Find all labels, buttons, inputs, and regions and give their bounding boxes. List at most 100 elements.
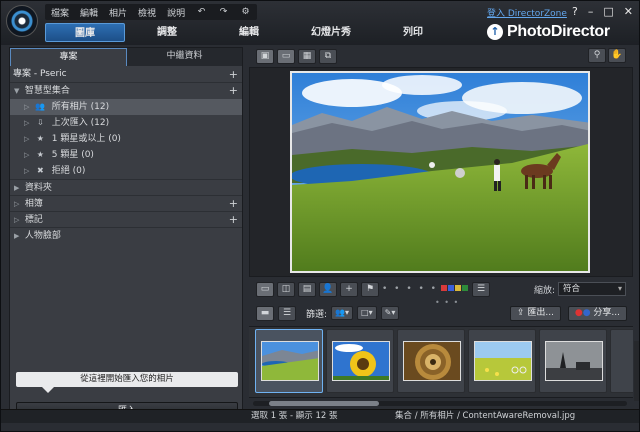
main-photo xyxy=(290,71,590,273)
undo-icon[interactable]: ↶ xyxy=(196,7,207,18)
thumbnail-item[interactable] xyxy=(468,329,536,393)
directorzone-login-link[interactable]: 登入 DirectorZone xyxy=(487,6,567,19)
add-smart-collection-icon[interactable]: + xyxy=(229,83,238,99)
add-project-icon[interactable]: + xyxy=(229,66,238,83)
gear-icon[interactable]: ⚙ xyxy=(240,7,251,18)
tab-print[interactable]: 列印 xyxy=(373,23,453,42)
filmstrip-scrollbar[interactable] xyxy=(253,401,627,406)
list-view-icon[interactable]: ☰ xyxy=(278,305,296,321)
thumb-sunflower-svg xyxy=(333,342,389,380)
export-button[interactable]: ⇪ 匯出... xyxy=(510,306,561,321)
maximize-button[interactable]: □ xyxy=(603,5,613,18)
tab-adjust[interactable]: 調整 xyxy=(127,23,207,42)
thumbnail-item[interactable] xyxy=(539,329,607,393)
face-tag-icon[interactable]: 👤 xyxy=(319,281,337,297)
flag-icon[interactable]: ⚑ xyxy=(361,281,379,297)
compare-multi-mode-icon[interactable]: ▤ xyxy=(298,281,316,297)
menu-view[interactable]: 檢視 xyxy=(138,6,156,19)
thumbnail-item-partial[interactable] xyxy=(610,329,633,393)
menu-edit[interactable]: 編輯 xyxy=(80,6,98,19)
tab-slideshow[interactable]: 幻燈片秀 xyxy=(291,23,371,42)
thumb-landscape-svg xyxy=(262,342,318,380)
filmstrip-toolbar: ▬ ☰ 篩選: 👥▾ □▾ ✎▾ ⇪ 匯出... ●● 分享... xyxy=(249,303,633,323)
grid-view-icon[interactable]: ▦ xyxy=(298,48,316,64)
tree-item-label: 拒絕 (0) xyxy=(51,166,86,176)
tree-item-label: 上次匯入 (12) xyxy=(51,118,110,128)
viewer-bottom-bar: ▭ ◫ ▤ 👤 + ⚑ • • • • • ☰ 縮放: 符合 xyxy=(256,280,626,298)
tab-project[interactable]: 專案 xyxy=(10,48,127,66)
filter-flag-dropdown[interactable]: □▾ xyxy=(357,306,377,320)
close-button[interactable]: ✕ xyxy=(624,5,633,18)
tree-item-last-import[interactable]: ▷ ⇩ 上次匯入 (12) xyxy=(10,115,242,131)
share-button[interactable]: ●● 分享... xyxy=(567,306,627,321)
minimize-button[interactable]: – xyxy=(588,5,594,18)
tree-item-rejected[interactable]: ▷ ✖ 拒絕 (0) xyxy=(10,163,242,179)
expand-right-icon: ▷ xyxy=(24,151,30,159)
compare-two-mode-icon[interactable]: ◫ xyxy=(277,281,295,297)
expand-right-icon: ▶ xyxy=(14,232,20,240)
mode-tabs: 圖庫 調整 編輯 幻燈片秀 列印 xyxy=(45,23,455,43)
share-label: 分享... xyxy=(593,308,620,318)
menu-help[interactable]: 說明 xyxy=(167,6,185,19)
main-area: ▣ ▭ ▦ ⧉ ⚲ ✋ ▭ ◫ ▤ 👤 + ⚑ • • • • • ☰ 縮放: … xyxy=(249,47,633,421)
thumbnail-item[interactable] xyxy=(255,329,323,393)
status-bar: 選取 1 張 - 顯示 12 張 集合 / 所有相片 / ContentAwar… xyxy=(1,409,639,423)
photo-viewer xyxy=(249,67,633,277)
filter-people-dropdown[interactable]: 👥▾ xyxy=(331,306,354,320)
color-label-yellow[interactable] xyxy=(455,285,461,291)
compare-view-icon[interactable]: ▣ xyxy=(256,48,274,64)
thumbnail-item[interactable] xyxy=(326,329,394,393)
albums-header[interactable]: ▷ 相簿 + xyxy=(10,195,242,211)
add-album-icon[interactable]: + xyxy=(229,196,238,212)
expand-right-icon: ▶ xyxy=(14,184,20,192)
thumbnail-item[interactable] xyxy=(397,329,465,393)
expand-right-icon: ▷ xyxy=(24,135,30,143)
thumbnail-spiral xyxy=(403,341,461,381)
zoom-select[interactable]: 符合 xyxy=(558,282,626,296)
zoom-label: 縮放: xyxy=(533,285,555,296)
add-tag-icon[interactable]: + xyxy=(229,212,238,228)
add-tag-icon[interactable]: + xyxy=(340,281,358,297)
tags-header[interactable]: ▷ 標記 + xyxy=(10,211,242,227)
tree-item-all-photos[interactable]: ▷ 👥 所有相片 (12) xyxy=(10,99,242,115)
thumbnail-view-icon[interactable]: ▬ xyxy=(256,305,274,321)
vertical-scrollbar[interactable] xyxy=(634,341,639,401)
filter-label: 篩選: xyxy=(306,309,328,320)
hand-tool-icon[interactable]: ✋ xyxy=(608,48,626,63)
thumb-church-svg xyxy=(546,342,602,380)
help-button[interactable]: ? xyxy=(572,5,578,18)
tree-item-five-star[interactable]: ▷ ★ 5 顆星 (0) xyxy=(10,147,242,163)
folders-header[interactable]: ▶ 資料夾 xyxy=(10,179,242,195)
tree-item-one-star[interactable]: ▷ ★ 1 顆星或以上 (0) xyxy=(10,131,242,147)
menu-file[interactable]: 檔案 xyxy=(51,6,69,19)
color-label-green[interactable] xyxy=(462,285,468,291)
color-labels[interactable] xyxy=(441,284,469,294)
smart-collections-header[interactable]: ▼ 智慧型集合 + xyxy=(10,83,242,99)
rating-stars[interactable]: • • • • • xyxy=(382,284,438,294)
tab-library[interactable]: 圖庫 xyxy=(45,23,125,42)
faces-header[interactable]: ▶ 人物臉部 xyxy=(10,227,242,243)
scrollbar-thumb[interactable] xyxy=(269,401,379,406)
redo-icon[interactable]: ↷ xyxy=(218,7,229,18)
smart-collections-label: 智慧型集合 xyxy=(24,86,70,96)
tab-edit[interactable]: 編輯 xyxy=(209,23,289,42)
single-view-icon[interactable]: ▭ xyxy=(277,48,295,64)
thumbnail-sunflower xyxy=(332,341,390,381)
zoom-tool-icon[interactable]: ⚲ xyxy=(588,48,606,63)
color-label-blue[interactable] xyxy=(448,285,454,291)
color-label-red[interactable] xyxy=(441,285,447,291)
folders-label: 資料夾 xyxy=(24,183,52,193)
top-bar: 檔案 編輯 相片 檢視 說明 ↶ ↷ ⚙ 圖庫 調整 編輯 幻燈片秀 列印 登入… xyxy=(1,1,639,45)
path-status: 集合 / 所有相片 / ContentAwareRemoval.jpg xyxy=(395,411,576,421)
menu-list-icon[interactable]: ☰ xyxy=(472,281,490,297)
menu-bar: 檔案 編輯 相片 檢視 說明 ↶ ↷ ⚙ xyxy=(45,4,258,20)
share-icon: ● xyxy=(574,308,583,318)
fullscreen-icon[interactable]: ⧉ xyxy=(319,48,337,64)
expand-right-icon: ▷ xyxy=(24,167,30,175)
brand: ↑ PhotoDirector xyxy=(487,23,610,41)
menu-photo[interactable]: 相片 xyxy=(109,6,127,19)
filter-edit-dropdown[interactable]: ✎▾ xyxy=(380,306,400,320)
tree-item-label: 1 顆星或以上 (0) xyxy=(51,134,121,144)
single-photo-mode-icon[interactable]: ▭ xyxy=(256,281,274,297)
tab-metadata[interactable]: 中繼資料 xyxy=(127,48,242,66)
